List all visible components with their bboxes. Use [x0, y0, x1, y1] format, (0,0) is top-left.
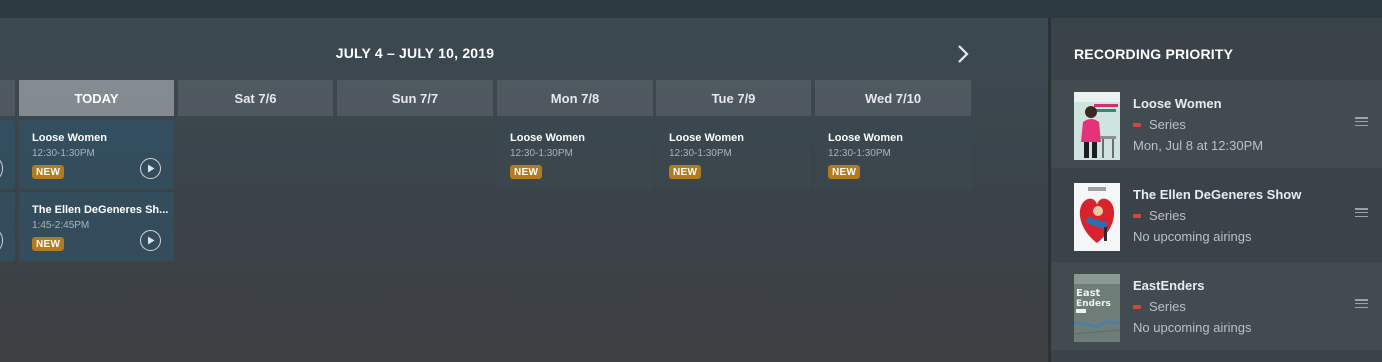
event-title: Loose Women: [669, 132, 744, 144]
show-type-label: Series: [1149, 117, 1186, 132]
poster-image: East Enders: [1074, 274, 1120, 342]
priority-item[interactable]: East Enders EastEnders Series No upcomin…: [1051, 262, 1382, 350]
previous-day-event-stub[interactable]: [0, 192, 15, 261]
svg-text:East: East: [1076, 288, 1101, 299]
show-type: Series: [1133, 117, 1186, 132]
show-name: Loose Women: [1133, 96, 1222, 111]
previous-day-event-stub[interactable]: [0, 120, 15, 189]
drag-handle-icon[interactable]: [1355, 117, 1368, 126]
play-icon: [147, 236, 154, 245]
new-badge: NEW: [669, 165, 702, 179]
event-title: The Ellen DeGeneres Sh...: [32, 204, 169, 216]
play-icon: [147, 164, 154, 173]
event-card[interactable]: Loose Women 12:30-1:30PM NEW: [497, 120, 653, 189]
calendar-panel: JULY 4 – JULY 10, 2019 TODAY Sat 7/6 Sun…: [0, 18, 1048, 362]
recording-priority-title: RECORDING PRIORITY: [1074, 46, 1234, 62]
drag-handle-icon[interactable]: [1355, 208, 1368, 217]
record-indicator-icon: [1133, 122, 1141, 127]
svg-text:Enders: Enders: [1076, 299, 1111, 309]
record-indicator-icon: [1133, 304, 1141, 309]
show-name: EastEnders: [1133, 278, 1205, 293]
next-airing: No upcoming airings: [1133, 320, 1252, 335]
event-time: 1:45-2:45PM: [32, 220, 90, 231]
day-header-mon[interactable]: Mon 7/8: [497, 80, 653, 116]
drag-handle-icon[interactable]: [1355, 299, 1368, 308]
day-header-today[interactable]: TODAY: [19, 80, 174, 116]
day-header-wed[interactable]: Wed 7/10: [815, 80, 971, 116]
event-card[interactable]: Loose Women 12:30-1:30PM NEW: [815, 120, 971, 189]
show-type-label: Series: [1149, 208, 1186, 223]
recording-priority-panel: RECORDING PRIORITY Loose Women Series Mo…: [1048, 18, 1382, 362]
priority-item[interactable]: Loose Women Series Mon, Jul 8 at 12:30PM: [1051, 80, 1382, 168]
new-badge: NEW: [32, 237, 65, 251]
event-card[interactable]: The Ellen DeGeneres Sh... 1:45-2:45PM NE…: [19, 192, 174, 261]
play-icon[interactable]: [0, 158, 3, 179]
record-indicator-icon: [1133, 213, 1141, 218]
day-header-sat[interactable]: Sat 7/6: [178, 80, 333, 116]
event-card[interactable]: Loose Women 12:30-1:30PM NEW: [19, 120, 174, 189]
priority-item[interactable]: The Ellen DeGeneres Show Series No upcom…: [1051, 171, 1382, 259]
event-card[interactable]: Loose Women 12:30-1:30PM NEW: [656, 120, 811, 189]
day-header-previous[interactable]: [0, 80, 15, 116]
event-title: Loose Women: [510, 132, 585, 144]
event-time: 12:30-1:30PM: [828, 148, 891, 159]
new-badge: NEW: [828, 165, 861, 179]
event-title: Loose Women: [828, 132, 903, 144]
next-airing: No upcoming airings: [1133, 229, 1252, 244]
poster-image: [1074, 92, 1120, 160]
week-range-title: JULY 4 – JULY 10, 2019: [335, 45, 495, 61]
event-time: 12:30-1:30PM: [32, 148, 95, 159]
show-name: The Ellen DeGeneres Show: [1133, 187, 1302, 202]
play-button[interactable]: [140, 158, 161, 179]
event-time: 12:30-1:30PM: [510, 148, 573, 159]
new-badge: NEW: [510, 165, 543, 179]
play-icon[interactable]: [0, 230, 3, 251]
show-type: Series: [1133, 299, 1186, 314]
show-type-label: Series: [1149, 299, 1186, 314]
event-title: Loose Women: [32, 132, 107, 144]
next-week-button[interactable]: [953, 43, 973, 65]
poster-image: [1074, 183, 1120, 251]
event-time: 12:30-1:30PM: [669, 148, 732, 159]
new-badge: NEW: [32, 165, 65, 179]
day-header-tue[interactable]: Tue 7/9: [656, 80, 811, 116]
next-airing: Mon, Jul 8 at 12:30PM: [1133, 138, 1264, 153]
chevron-right-icon: [958, 45, 969, 63]
day-header-sun[interactable]: Sun 7/7: [337, 80, 493, 116]
top-bar: [0, 0, 1382, 18]
play-button[interactable]: [140, 230, 161, 251]
show-type: Series: [1133, 208, 1186, 223]
